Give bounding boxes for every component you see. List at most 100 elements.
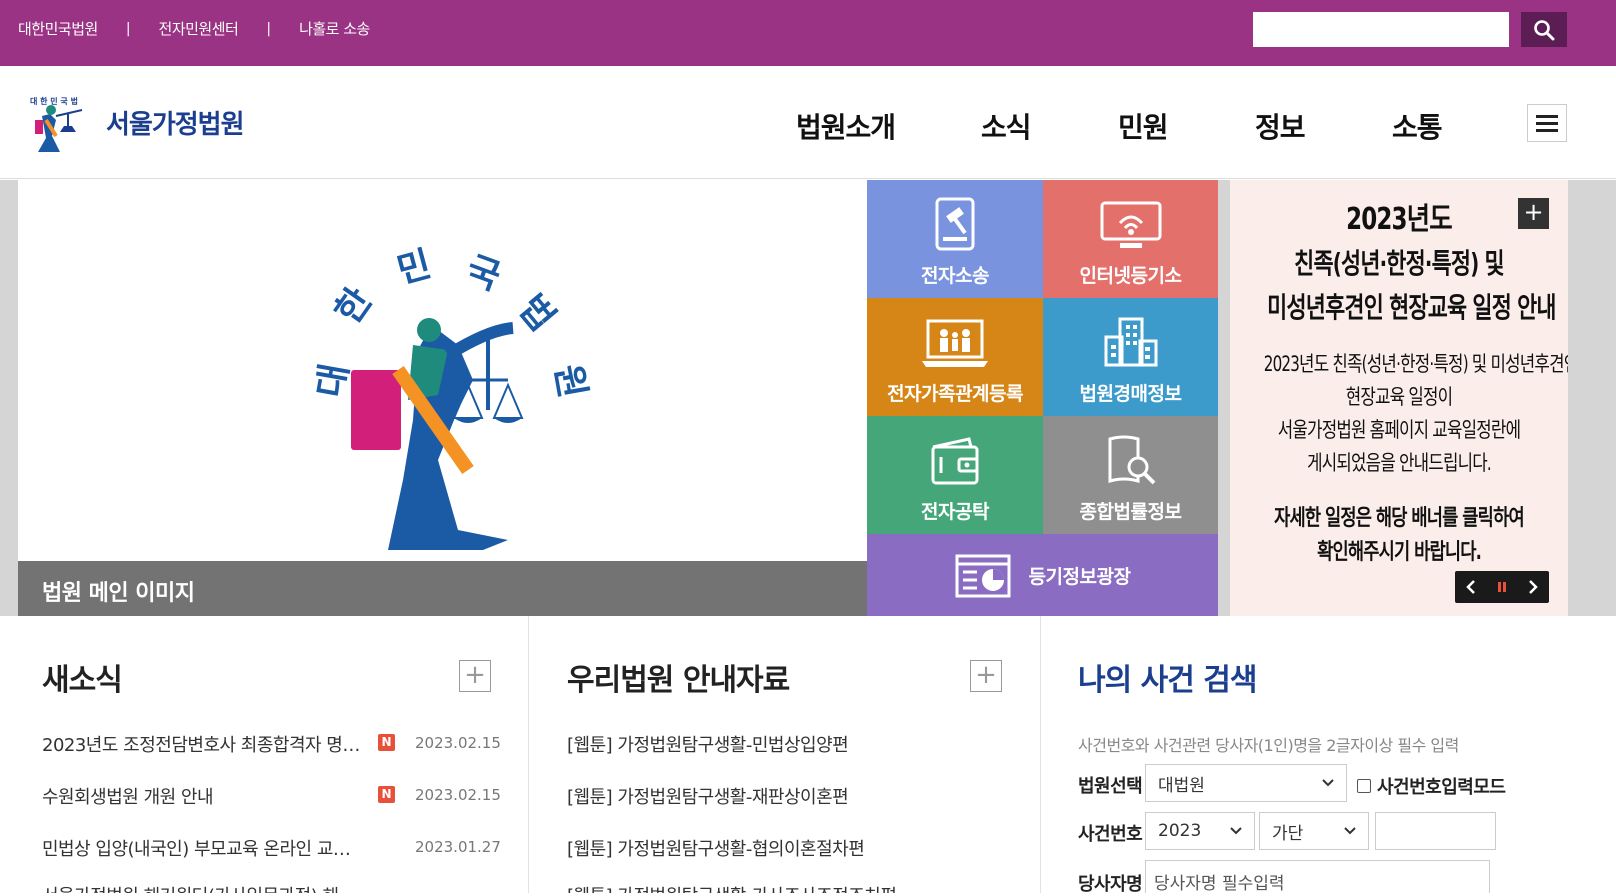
chevron-down-icon [1344,827,1356,835]
svg-text:대 한 민 국 법: 대 한 민 국 법 [30,96,78,106]
tablet-gavel-icon [935,197,975,251]
laptop-family-icon [922,319,988,367]
gnb-news[interactable]: 소식 [981,106,1032,146]
court-select-label: 법원선택 [1078,776,1143,797]
notice-title-line: 미성년후견인 현장교육 일정 안내 [1267,291,1556,324]
news-title: 새소식 [42,663,123,698]
gnb-civil[interactable]: 민원 [1118,106,1169,146]
guide-title: 우리법원 안내자료 [567,663,790,698]
court-seal-image: 대 한 민 국 법 원 [310,244,593,550]
banner-controls [1455,571,1549,603]
separator: | [266,20,272,37]
guide-item[interactable]: [웹툰] 가정법원탐구생활-협의이혼절차편 [567,835,987,861]
guide-more-button[interactable]: + [970,660,1002,692]
tile-e-litigation[interactable]: 전자소송 [867,180,1043,298]
banner-gutter [1218,180,1230,616]
link-korea-court[interactable]: 대한민국법원 [18,18,98,39]
divider [1040,616,1041,893]
party-name-label: 당사자명 [1078,874,1143,895]
case-number-mode: 사건번호입력모드 [1357,773,1506,799]
next-button[interactable] [1518,571,1549,603]
notice-year: 2023년도 [1346,202,1453,237]
gnb-communication[interactable]: 소통 [1392,106,1443,146]
banner-caption: 법원 메인 이미지 [18,561,867,616]
seal-char: 법 [510,288,563,340]
news-item[interactable]: 2023년도 조정전담변호사 최종합격자 명… [42,731,362,757]
main-banner[interactable]: 대 한 민 국 법 원 법원 메인 이미지 [18,180,867,616]
chevron-left-icon [1465,580,1475,594]
seal-char: 국 [461,249,506,299]
chevron-down-icon [1230,827,1242,835]
case-search-hint: 사건번호와 사건관련 당사자(1인)명을 2글자이상 필수 입력 [1078,736,1459,755]
case-number-input[interactable] [1375,812,1496,850]
top-links: 대한민국법원 | 전자민원센터 | 나홀로 소송 [18,18,370,39]
monitor-wifi-icon [1100,201,1161,248]
link-self-litigation[interactable]: 나홀로 소송 [299,18,370,39]
gnb-court-intro[interactable]: 법원소개 [796,106,896,146]
news-date: 2023.01.27 [415,838,501,856]
seal-char: 민 [393,244,436,292]
banner-left-gutter [0,180,18,616]
notice-banner[interactable]: 2023년도 친족(성년·한정·특정) 및 미성년후견인 현장교육 일정 안내 … [1230,180,1568,616]
search-input[interactable] [1253,12,1509,47]
guide-item[interactable]: [웹툰] 가정법원탐구생활-가사조사조정조치편 [567,882,987,893]
notice-body-bold: 자세한 일정은 해당 배너를 클릭하여 확인해주시기 바랍니다. [1274,506,1525,565]
news-more-button[interactable]: + [459,660,491,692]
tile-court-auction[interactable]: 법원경매정보 [1043,298,1218,416]
party-name-input[interactable]: 당사자명 필수입력 [1145,860,1490,894]
logo-text: 서울가정법원 [106,109,245,140]
case-number-label: 사건번호 [1078,824,1143,845]
news-item[interactable]: 민법상 입양(내국인) 부모교육 온라인 교… [42,835,362,861]
divider [528,616,529,893]
chevron-right-icon [1529,580,1539,594]
banner-right-gutter [1568,180,1616,616]
case-year-select[interactable]: 2023 [1145,812,1255,850]
chevron-down-icon [1322,779,1334,787]
tile-label: 등기정보광장 [1028,565,1131,588]
tile-e-family-register[interactable]: 전자가족관계등록 [867,298,1043,416]
news-item[interactable]: 수원회생법원 개원 안내 [42,783,362,809]
pause-button[interactable] [1486,571,1517,603]
tile-label: 인터넷등기소 [1079,265,1182,287]
prev-button[interactable] [1455,571,1486,603]
seal-char: 한 [328,281,381,332]
hamburger-icon [1536,114,1558,118]
notice-more-button[interactable]: + [1518,198,1549,229]
buildings-icon [1104,317,1157,367]
notice-body: 2023년도 친족(성년·한정·특정) 및 미성년후견인 현장교육 일정이 서울… [1263,352,1568,475]
report-chart-icon [955,554,1011,598]
tile-label: 전자공탁 [921,501,989,523]
case-type-select[interactable]: 가단 [1259,812,1369,850]
hamburger-menu-button[interactable] [1527,104,1567,142]
news-date: 2023.02.15 [415,734,501,752]
tile-registry-info-square[interactable]: 등기정보광장 [867,534,1218,616]
wallet-icon [931,437,979,485]
tile-label: 종합법률정보 [1079,501,1182,523]
gnb-info[interactable]: 정보 [1255,106,1306,146]
tile-label: 전자소송 [921,265,989,287]
tile-legal-info[interactable]: 종합법률정보 [1043,416,1218,534]
link-e-civil-center[interactable]: 전자민원센터 [159,18,239,39]
guide-item[interactable]: [웹툰] 가정법원탐구생활-재판상이혼편 [567,783,987,809]
seal-char: 원 [547,361,593,401]
tile-label: 법원경매정보 [1079,383,1182,405]
court-select[interactable]: 대법원 [1145,764,1347,802]
tile-e-deposit[interactable]: 전자공탁 [867,416,1043,534]
notice-title-line: 친족(성년·한정·특정) 및 [1294,247,1504,280]
header: 대 한 민 국 법 서울가정법원 법원소개 소식 민원 정보 소통 [0,66,1616,179]
tile-internet-registry[interactable]: 인터넷등기소 [1043,180,1218,298]
new-badge: N [378,786,395,803]
mode-checkbox[interactable] [1357,779,1371,793]
separator: | [125,20,131,37]
court-emblem-icon: 대 한 민 국 법 [30,96,83,152]
mode-label: 사건번호입력모드 [1377,777,1506,798]
logo[interactable]: 대 한 민 국 법 서울가정법원 [20,86,245,158]
guide-item[interactable]: [웹툰] 가정법원탐구생활-민법상입양편 [567,731,987,757]
top-bar: 대한민국법원 | 전자민원센터 | 나홀로 소송 [0,0,1616,66]
pause-icon [1497,582,1506,592]
search-button[interactable] [1521,12,1567,47]
tile-label: 전자가족관계등록 [887,383,1023,405]
new-badge: N [378,734,395,751]
seal-char: 대 [310,361,356,401]
news-item[interactable]: 서울가정법원 해커원터(가사입문과정) 해… [42,882,362,893]
